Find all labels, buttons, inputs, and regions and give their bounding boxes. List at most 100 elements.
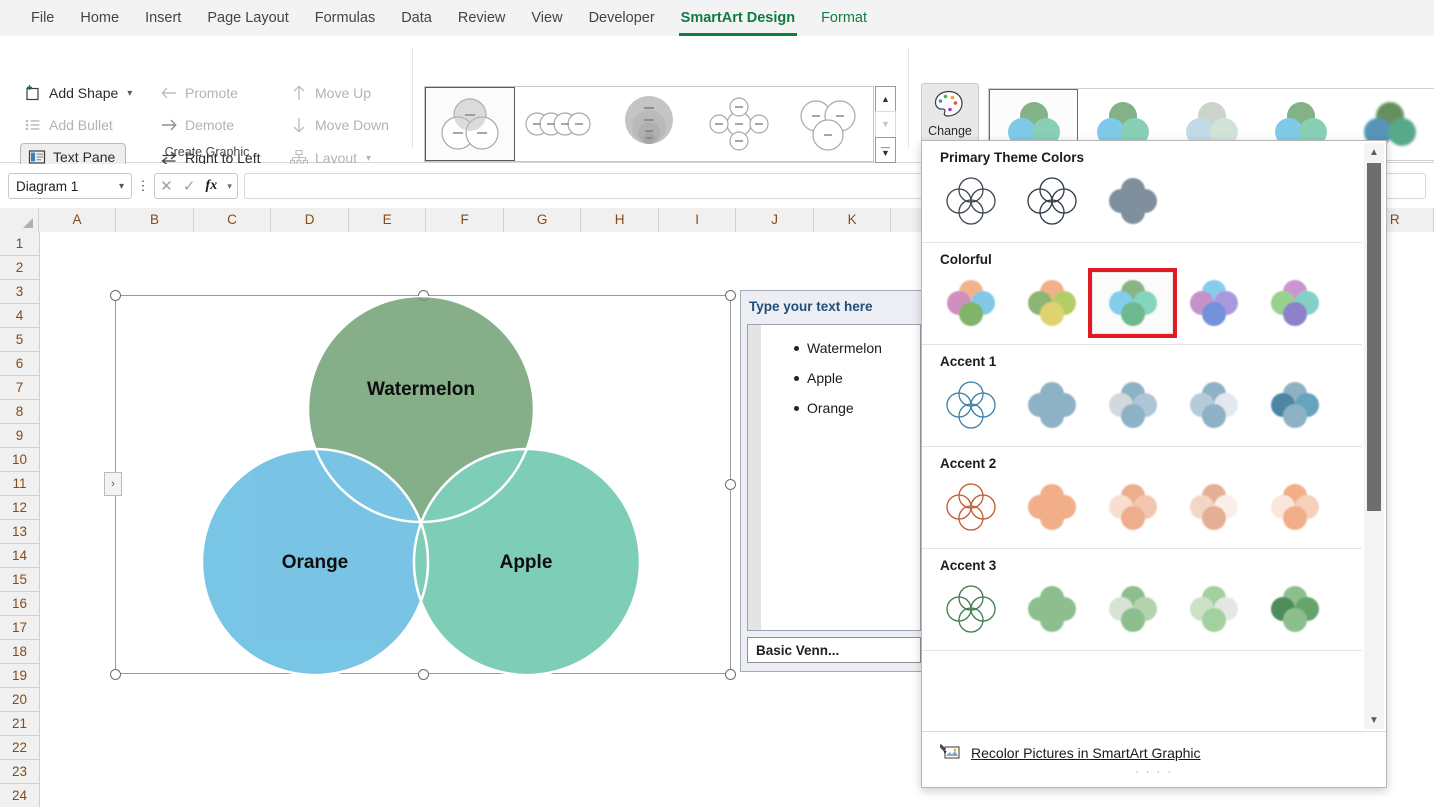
column-header-I[interactable]: I (658, 208, 737, 232)
color-swatch-accent3-gradient[interactable] (1092, 578, 1173, 640)
layouts-gallery-scroll[interactable]: ▲ ▼ — ▼ (875, 86, 896, 163)
row-header-18[interactable]: 18 (0, 640, 40, 664)
row-header-21[interactable]: 21 (0, 712, 40, 736)
move-up-button[interactable]: Move Up (290, 84, 371, 102)
color-swatch-accent1-outline[interactable] (930, 374, 1011, 436)
add-shape-button[interactable]: Add Shape ▾ (24, 84, 132, 102)
color-swatch-accent3-dark[interactable] (1254, 578, 1335, 640)
row-header-11[interactable]: 11 (0, 472, 40, 496)
color-swatch-accent3-transparent[interactable] (1173, 578, 1254, 640)
color-swatch-colorful-range-3[interactable] (1088, 268, 1177, 338)
venn-label-apple[interactable]: Apple (446, 552, 606, 574)
column-header-F[interactable]: F (426, 208, 504, 232)
ribbon-tab-insert[interactable]: Insert (132, 5, 194, 32)
recolor-pictures-button[interactable]: Recolor Pictures in SmartArt Graphic (922, 732, 1386, 763)
row-header-9[interactable]: 9 (0, 424, 40, 448)
text-pane-bullet-item[interactable]: Watermelon (748, 333, 920, 363)
layout-option-stacked-venn[interactable] (604, 87, 694, 161)
column-header-K[interactable]: K (813, 208, 892, 232)
column-header-D[interactable]: D (271, 208, 349, 232)
row-header-14[interactable]: 14 (0, 544, 40, 568)
row-header-4[interactable]: 4 (0, 304, 40, 328)
ribbon-tab-developer[interactable]: Developer (576, 5, 668, 32)
ribbon-tab-formulas[interactable]: Formulas (302, 5, 388, 32)
row-header-23[interactable]: 23 (0, 760, 40, 784)
row-header-19[interactable]: 19 (0, 664, 40, 688)
color-swatch-accent2-light[interactable] (1254, 476, 1335, 538)
column-header-C[interactable]: C (193, 208, 272, 232)
color-swatch-dark-outline-venn[interactable] (930, 170, 1011, 232)
color-swatch-dark-outline-venn-2[interactable] (1011, 170, 1092, 232)
formula-bar-kebab-icon[interactable]: ⋮ (132, 178, 154, 194)
row-header-16[interactable]: 16 (0, 592, 40, 616)
layout-option-basic-venn[interactable] (425, 87, 515, 161)
text-pane[interactable]: Type your text here Watermelon Apple Orang… (740, 290, 928, 672)
scroll-up-icon[interactable]: ▲ (1364, 143, 1384, 161)
name-box[interactable]: Diagram 1 ▾ (8, 173, 132, 199)
formula-chevron-down-icon[interactable]: ▾ (227, 181, 232, 192)
row-header-15[interactable]: 15 (0, 568, 40, 592)
row-header-22[interactable]: 22 (0, 736, 40, 760)
confirm-formula-icon[interactable]: ✓ (183, 177, 196, 195)
venn-label-watermelon[interactable]: Watermelon (306, 379, 536, 401)
cancel-formula-icon[interactable]: ✕ (160, 177, 173, 195)
ribbon-tab-data[interactable]: Data (388, 5, 445, 32)
row-header-3[interactable]: 3 (0, 280, 40, 304)
column-header-H[interactable]: H (581, 208, 659, 232)
row-header-6[interactable]: 6 (0, 352, 40, 376)
text-pane-toggle-arrow[interactable]: › (104, 472, 122, 496)
move-down-button[interactable]: Move Down (290, 116, 389, 134)
row-header-17[interactable]: 17 (0, 616, 40, 640)
layout-option-radial-venn[interactable] (694, 87, 784, 161)
layouts-gallery[interactable] (424, 86, 874, 162)
gallery-expand-button[interactable]: — ▼ (875, 136, 896, 163)
color-swatch-colorful-range[interactable] (930, 272, 1011, 334)
add-bullet-button[interactable]: Add Bullet (24, 116, 113, 134)
color-swatch-accent2-gradient[interactable] (1092, 476, 1173, 538)
row-header-10[interactable]: 10 (0, 448, 40, 472)
row-header-24[interactable]: 24 (0, 784, 40, 807)
gallery-scroll-up-button[interactable]: ▲ (875, 86, 896, 113)
column-header-E[interactable]: E (348, 208, 427, 232)
select-all-corner[interactable] (0, 208, 39, 232)
name-box-chevron-down-icon[interactable]: ▾ (119, 181, 124, 192)
ribbon-tab-page-layout[interactable]: Page Layout (194, 5, 301, 32)
row-header-2[interactable]: 2 (0, 256, 40, 280)
column-header-J[interactable]: J (736, 208, 814, 232)
column-header-G[interactable]: G (503, 208, 582, 232)
color-swatch-accent2-fill[interactable] (1011, 476, 1092, 538)
text-pane-bullet-item[interactable]: Orange (748, 393, 920, 423)
color-swatch-accent1-dark[interactable] (1254, 374, 1335, 436)
color-swatch-accent3-outline[interactable] (930, 578, 1011, 640)
ribbon-tab-home[interactable]: Home (67, 5, 132, 32)
color-swatch-accent2-outline[interactable] (930, 476, 1011, 538)
change-colors-dropdown[interactable]: Primary Theme Colors Colorful Accent 1 Acce… (921, 140, 1387, 788)
scroll-down-icon[interactable]: ▼ (1364, 711, 1384, 729)
color-swatch-accent1-fill[interactable] (1011, 374, 1092, 436)
promote-button[interactable]: Promote (160, 84, 238, 102)
venn-diagram[interactable] (116, 296, 732, 675)
color-swatch-accent1-transparent[interactable] (1173, 374, 1254, 436)
color-swatch-colorful-range-5[interactable] (1254, 272, 1335, 334)
color-swatch-accent2-transparent[interactable] (1173, 476, 1254, 538)
column-header-A[interactable]: A (38, 208, 117, 232)
gallery-scroll-down-button[interactable]: ▼ (875, 111, 896, 138)
ribbon-tab-file[interactable]: File (18, 5, 67, 32)
text-pane-bullet-item[interactable]: Apple (748, 363, 920, 393)
row-header-20[interactable]: 20 (0, 688, 40, 712)
ribbon-tab-format[interactable]: Format (808, 5, 880, 32)
color-swatch-dark-fill-venn[interactable] (1092, 170, 1173, 232)
demote-button[interactable]: Demote (160, 116, 234, 134)
scrollbar-thumb[interactable] (1367, 163, 1381, 511)
ribbon-tab-smartart-design[interactable]: SmartArt Design (668, 5, 808, 36)
color-swatch-colorful-range-2[interactable] (1011, 272, 1092, 334)
color-swatch-accent1-gradient[interactable] (1092, 374, 1173, 436)
add-shape-chevron-down-icon[interactable]: ▾ (127, 88, 132, 99)
dropdown-scrollbar[interactable]: ▲ ▼ (1364, 143, 1384, 729)
row-header-7[interactable]: 7 (0, 376, 40, 400)
row-header-12[interactable]: 12 (0, 496, 40, 520)
color-swatch-accent3-fill[interactable] (1011, 578, 1092, 640)
dropdown-resize-grip[interactable]: · · · · (922, 766, 1386, 778)
ribbon-tab-review[interactable]: Review (445, 5, 519, 32)
ribbon-tab-view[interactable]: View (518, 5, 575, 32)
